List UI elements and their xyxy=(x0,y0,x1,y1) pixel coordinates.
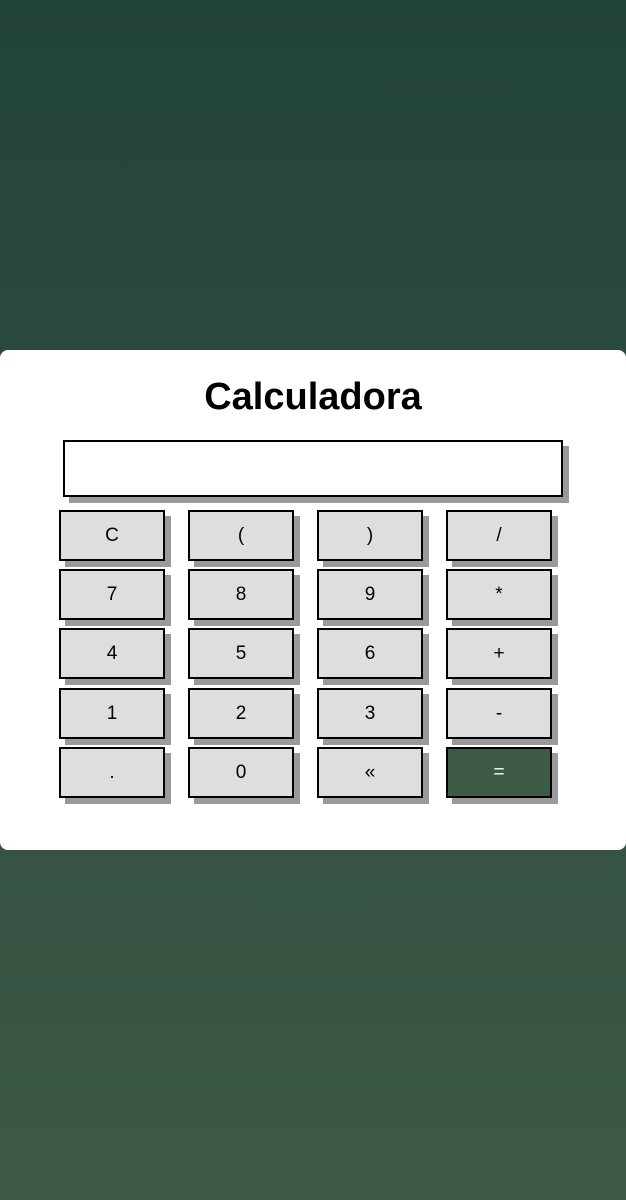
digit-5-button[interactable]: 5 xyxy=(188,628,294,679)
digit-9-button[interactable]: 9 xyxy=(317,569,423,620)
digit-8-button[interactable]: 8 xyxy=(188,569,294,620)
divide-button[interactable]: / xyxy=(446,510,552,561)
multiply-button[interactable]: * xyxy=(446,569,552,620)
backspace-button[interactable]: « xyxy=(317,747,423,798)
digit-7-button[interactable]: 7 xyxy=(59,569,165,620)
open-paren-button[interactable]: ( xyxy=(188,510,294,561)
plus-button[interactable]: + xyxy=(446,628,552,679)
digit-0-button[interactable]: 0 xyxy=(188,747,294,798)
digit-4-button[interactable]: 4 xyxy=(59,628,165,679)
display-input[interactable] xyxy=(63,440,563,497)
decimal-button[interactable]: . xyxy=(59,747,165,798)
minus-button[interactable]: - xyxy=(446,688,552,739)
digit-2-button[interactable]: 2 xyxy=(188,688,294,739)
equals-button[interactable]: = xyxy=(446,747,552,798)
digit-1-button[interactable]: 1 xyxy=(59,688,165,739)
clear-button[interactable]: C xyxy=(59,510,165,561)
digit-6-button[interactable]: 6 xyxy=(317,628,423,679)
digit-3-button[interactable]: 3 xyxy=(317,688,423,739)
page-title: Calculadora xyxy=(204,376,422,418)
close-paren-button[interactable]: ) xyxy=(317,510,423,561)
